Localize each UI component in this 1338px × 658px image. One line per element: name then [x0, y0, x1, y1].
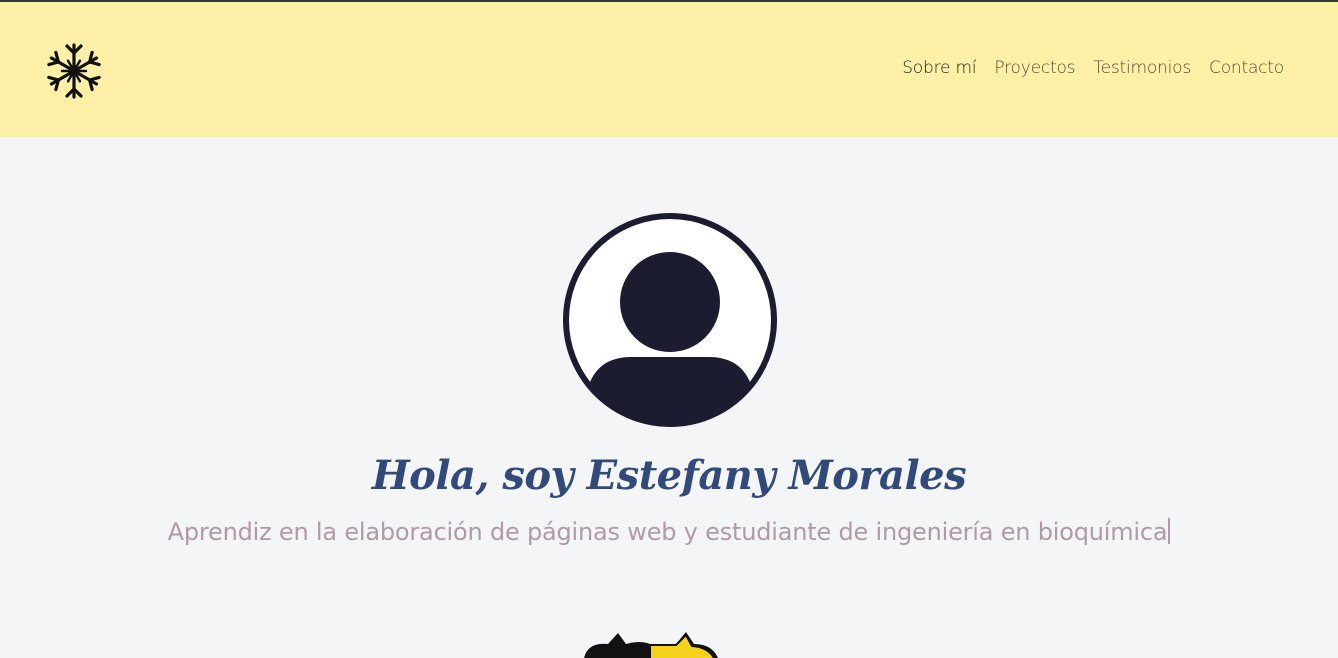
nav-link-contacto[interactable]: Contacto: [1209, 58, 1284, 78]
nav-link-testimonios[interactable]: Testimonios: [1093, 58, 1191, 78]
site-header: Sobre mí Proyectos Testimonios Contacto: [0, 2, 1338, 137]
page: Sobre mí Proyectos Testimonios Contacto …: [0, 0, 1338, 658]
nav-link-sobre-mi[interactable]: Sobre mí: [902, 58, 976, 78]
user-avatar-icon: [561, 211, 779, 429]
snowflake-icon[interactable]: [44, 41, 104, 101]
main-nav: Sobre mí Proyectos Testimonios Contacto: [902, 58, 1284, 78]
hero-title: Hola, soy Estefany Morales: [371, 452, 967, 499]
typing-caret: [1168, 518, 1171, 544]
nav-link-proyectos[interactable]: Proyectos: [994, 58, 1075, 78]
hero-subtitle: Aprendiz en la elaboración de páginas we…: [0, 518, 1338, 546]
hero-subtitle-text: Aprendiz en la elaboración de páginas we…: [167, 518, 1168, 546]
cat-illustration: [578, 630, 723, 658]
